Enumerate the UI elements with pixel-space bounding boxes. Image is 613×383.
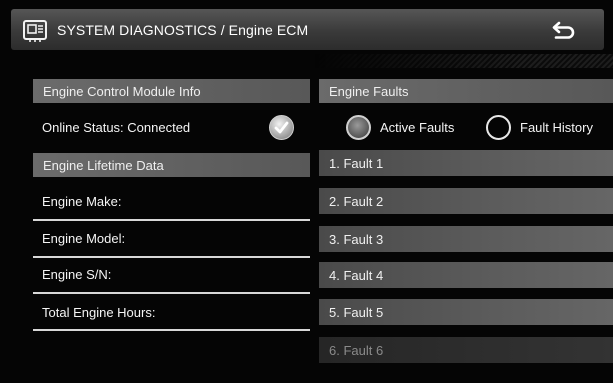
lifetime-data-header-label: Engine Lifetime Data — [43, 157, 164, 173]
filter-label: Fault History — [520, 120, 593, 135]
filter-fault-history[interactable]: Fault History — [486, 115, 593, 140]
engine-faults-header: Engine Faults — [319, 79, 613, 103]
ecm-module-icon — [23, 19, 47, 42]
fault-label: 2. Fault 2 — [329, 193, 384, 209]
field-label: Engine Model: — [42, 230, 126, 246]
lifetime-data-header: Engine Lifetime Data — [33, 153, 310, 177]
field-engine-sn: Engine S/N: — [42, 262, 111, 286]
page-title: SYSTEM DIAGNOSTICS / Engine ECM — [57, 21, 309, 38]
radio-unselected-icon[interactable] — [486, 115, 511, 140]
field-label: Engine Make: — [42, 193, 122, 209]
fault-label: 5. Fault 5 — [329, 304, 384, 320]
checkmark-icon — [274, 121, 289, 134]
ecm-info-header-label: Engine Control Module Info — [43, 83, 201, 99]
divider — [33, 329, 310, 331]
field-label: Total Engine Hours: — [42, 304, 156, 320]
field-total-engine-hours: Total Engine Hours: — [42, 300, 155, 324]
fault-row-6[interactable]: 6. Fault 6 — [319, 337, 613, 363]
fault-label: 3. Fault 3 — [329, 231, 384, 247]
fault-label: 6. Fault 6 — [329, 342, 384, 358]
online-status-label: Online Status: Connected — [42, 119, 191, 135]
engine-faults-header-label: Engine Faults — [329, 83, 409, 99]
divider — [33, 256, 310, 258]
title-bar: SYSTEM DIAGNOSTICS / Engine ECM — [11, 9, 604, 50]
filter-active-faults[interactable]: Active Faults — [346, 115, 454, 140]
field-engine-make: Engine Make: — [42, 189, 122, 213]
fault-row-3[interactable]: 3. Fault 3 — [319, 226, 613, 252]
decorative-hatch — [315, 54, 613, 68]
fault-label: 1. Fault 1 — [329, 155, 384, 171]
filter-label: Active Faults — [380, 120, 455, 135]
divider — [33, 292, 310, 294]
radio-selected-icon[interactable] — [346, 115, 371, 140]
ecm-info-header: Engine Control Module Info — [33, 79, 310, 103]
field-label: Engine S/N: — [42, 266, 112, 282]
fault-row-5[interactable]: 5. Fault 5 — [319, 299, 613, 325]
back-arrow-icon — [552, 21, 575, 39]
divider — [33, 219, 310, 221]
fault-row-1[interactable]: 1. Fault 1 — [319, 150, 613, 176]
field-engine-model: Engine Model: — [42, 226, 125, 250]
online-status-indicator — [269, 115, 294, 140]
online-status: Online Status: Connected — [42, 115, 190, 139]
fault-label: 4. Fault 4 — [329, 267, 384, 283]
back-button[interactable] — [551, 18, 577, 42]
fault-row-4[interactable]: 4. Fault 4 — [319, 262, 613, 288]
fault-row-2[interactable]: 2. Fault 2 — [319, 188, 613, 214]
